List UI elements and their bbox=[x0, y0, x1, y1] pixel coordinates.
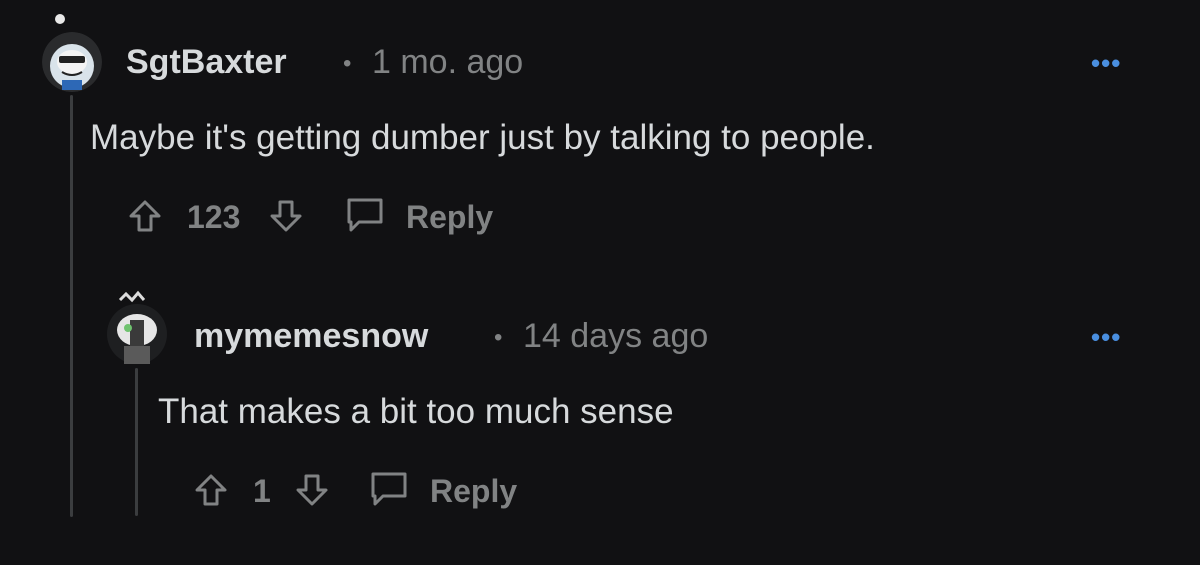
downvote-arrow-icon bbox=[296, 474, 328, 506]
downvote-arrow-icon bbox=[270, 200, 302, 232]
reply-label[interactable]: Reply bbox=[406, 199, 493, 236]
username[interactable]: SgtBaxter bbox=[126, 43, 287, 82]
comment-body: That makes a bit too much sense bbox=[158, 392, 674, 431]
upvote-arrow-icon bbox=[195, 474, 227, 506]
avatar[interactable] bbox=[42, 32, 102, 92]
upvote-button[interactable] bbox=[127, 198, 163, 234]
more-options-button[interactable]: ••• bbox=[1091, 322, 1121, 353]
timestamp[interactable]: 14 days ago bbox=[523, 317, 708, 356]
upvote-button[interactable] bbox=[193, 472, 229, 508]
reply-button[interactable] bbox=[345, 196, 385, 234]
thread-line-reply[interactable] bbox=[135, 368, 138, 516]
more-options-button[interactable]: ••• bbox=[1091, 48, 1121, 79]
timestamp[interactable]: 1 mo. ago bbox=[372, 43, 523, 82]
separator-dot: • bbox=[494, 324, 503, 351]
downvote-button[interactable] bbox=[294, 472, 330, 508]
snoo-avatar-icon bbox=[107, 290, 167, 364]
downvote-button[interactable] bbox=[268, 198, 304, 234]
comment-bubble-icon bbox=[371, 472, 407, 506]
comment-body: Maybe it's getting dumber just by talkin… bbox=[90, 118, 875, 157]
vote-count: 1 bbox=[253, 473, 271, 509]
comment-bubble-icon bbox=[347, 198, 383, 232]
thread-line-top[interactable] bbox=[70, 95, 73, 517]
snoo-avatar-icon bbox=[42, 32, 102, 92]
username[interactable]: mymemesnow bbox=[194, 317, 428, 356]
reply-button[interactable] bbox=[369, 470, 409, 508]
vote-count: 123 bbox=[187, 199, 241, 235]
avatar-accessory-dot bbox=[55, 14, 65, 24]
reply-label[interactable]: Reply bbox=[430, 473, 517, 510]
upvote-arrow-icon bbox=[129, 200, 161, 232]
separator-dot: • bbox=[343, 50, 352, 77]
avatar[interactable] bbox=[106, 290, 168, 366]
